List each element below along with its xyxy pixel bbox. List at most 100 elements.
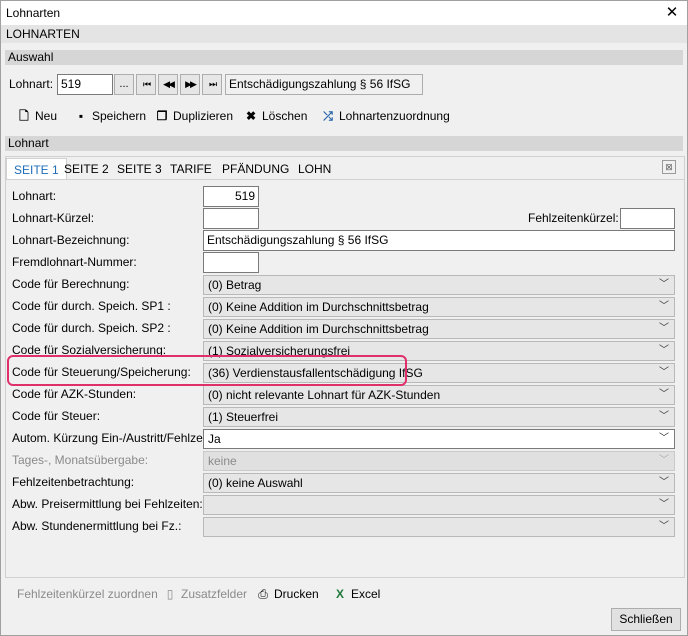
chevron-down-icon: ﹀ bbox=[659, 477, 669, 488]
auswahl-lohnart-label: Lohnart: bbox=[9, 77, 54, 91]
document-icon: ▯ bbox=[166, 587, 174, 601]
drucken-button[interactable]: ⎙ Drucken bbox=[256, 586, 319, 602]
lohnart-section-header: Lohnart bbox=[5, 136, 683, 151]
lohnart-label: Lohnart: bbox=[12, 189, 57, 203]
sp1-value: (0) Keine Addition im Durchschnittsbetra… bbox=[208, 300, 429, 314]
tab-tarife[interactable]: TARIFE bbox=[163, 158, 219, 180]
chevron-down-icon: ﹀ bbox=[659, 279, 669, 290]
sp2-value: (0) Keine Addition im Durchschnittsbetra… bbox=[208, 322, 429, 336]
azk-select[interactable]: (0) nicht relevante Lohnart für AZK-Stun… bbox=[203, 385, 675, 405]
neu-label: Neu bbox=[35, 109, 58, 123]
zusatzfelder-button: ▯ Zusatzfelder bbox=[163, 586, 247, 602]
sozialversicherung-label: Code für Sozialversicherung: bbox=[12, 343, 167, 357]
steuerung-value: (36) Verdienstausfallentschädigung IfSG bbox=[208, 366, 423, 380]
schliessen-button[interactable]: Schließen bbox=[611, 608, 681, 631]
sp2-select[interactable]: (0) Keine Addition im Durchschnittsbetra… bbox=[203, 319, 675, 339]
sp1-label: Code für durch. Speich. SP1 : bbox=[12, 299, 171, 313]
chevron-down-icon: ﹀ bbox=[659, 389, 669, 400]
stundenermittlung-select[interactable]: ﹀ bbox=[203, 517, 675, 537]
berechnung-label: Code für Berechnung: bbox=[12, 277, 130, 291]
window-title: Lohnarten bbox=[6, 6, 61, 20]
duplizieren-button[interactable]: ❐ Duplizieren bbox=[155, 107, 233, 125]
chevron-down-icon: ﹀ bbox=[659, 521, 669, 532]
excel-button[interactable]: X Excel bbox=[333, 586, 380, 602]
duplizieren-label: Duplizieren bbox=[173, 109, 234, 123]
tab-seite-2[interactable]: SEITE 2 bbox=[57, 158, 116, 180]
steuerung-label: Code für Steuerung/Speicherung: bbox=[12, 365, 191, 379]
title-bar: Lohnarten ✕ bbox=[1, 1, 687, 25]
new-document-icon: 🗋 bbox=[19, 109, 29, 123]
fehlzeiten-input[interactable] bbox=[620, 208, 675, 229]
steuer-label: Code für Steuer: bbox=[12, 409, 101, 423]
azk-value: (0) nicht relevante Lohnart für AZK-Stun… bbox=[208, 388, 441, 402]
zusatzfelder-label: Zusatzfelder bbox=[181, 587, 248, 601]
steuer-select[interactable]: (1) Steuerfrei ﹀ bbox=[203, 407, 675, 427]
tab-divider bbox=[6, 179, 684, 180]
speichern-button[interactable]: ▪ Speichern bbox=[74, 107, 146, 125]
previous-record-button[interactable]: ◀◀ bbox=[158, 74, 178, 95]
loeschen-button[interactable]: ✖ Löschen bbox=[244, 107, 307, 125]
fehlzeitenkuerzel-zuordnen-button: Fehlzeitenkürzel zuordnen bbox=[17, 586, 158, 602]
fehlzeitenbetrachtung-select[interactable]: (0) keine Auswahl ﹀ bbox=[203, 473, 675, 493]
uebergabe-select: keine ﹀ bbox=[203, 451, 675, 471]
excel-label: Excel bbox=[351, 587, 381, 601]
bezeichnung-label: Lohnart-Bezeichnung: bbox=[12, 233, 130, 247]
lohnart-input[interactable]: 519 bbox=[203, 186, 259, 207]
fremd-label: Fremdlohnart-Nummer: bbox=[12, 255, 137, 269]
sp2-label: Code für durch. Speich. SP2 : bbox=[12, 321, 171, 335]
auswahl-description: Entschädigungszahlung § 56 IfSG bbox=[225, 74, 423, 95]
fehlzeiten-label: Fehlzeitenkürzel: bbox=[528, 211, 619, 225]
chevron-down-icon: ﹀ bbox=[659, 367, 669, 378]
duplicate-icon: ❐ bbox=[156, 109, 168, 123]
chevron-down-icon: ﹀ bbox=[659, 499, 669, 510]
tab-pfaendung[interactable]: PFÄNDUNG bbox=[215, 158, 296, 180]
kuerzel-input[interactable] bbox=[203, 208, 259, 229]
kuerzung-select[interactable]: Ja ﹀ bbox=[203, 429, 675, 449]
lohnartenzuordnung-button[interactable]: ⤮ Lohnartenzuordnung bbox=[321, 107, 450, 125]
neu-button[interactable]: 🗋 Neu bbox=[17, 107, 57, 125]
kuerzel-label: Lohnart-Kürzel: bbox=[12, 211, 95, 225]
browse-button[interactable]: ... bbox=[114, 74, 134, 95]
preisermittlung-label: Abw. Preisermittlung bei Fehlzeiten: bbox=[12, 497, 203, 511]
tab-lohn[interactable]: LOHN bbox=[291, 158, 338, 180]
excel-icon: X bbox=[335, 587, 344, 601]
pin-icon[interactable]: ⊠ bbox=[662, 160, 676, 174]
sp1-select[interactable]: (0) Keine Addition im Durchschnittsbetra… bbox=[203, 297, 675, 317]
loeschen-label: Löschen bbox=[262, 109, 308, 123]
uebergabe-label: Tages-, Monatsübergabe: bbox=[12, 453, 149, 467]
steuer-value: (1) Steuerfrei bbox=[208, 410, 279, 424]
shuffle-icon: ⤮ bbox=[323, 109, 333, 123]
preisermittlung-select[interactable]: ﹀ bbox=[203, 495, 675, 515]
berechnung-value: (0) Betrag bbox=[208, 278, 262, 292]
chevron-down-icon: ﹀ bbox=[659, 323, 669, 334]
fehlzeitenbetrachtung-label: Fehlzeitenbetrachtung: bbox=[12, 475, 135, 489]
save-icon: ▪ bbox=[78, 109, 84, 123]
fehlzeitenkuerzel-zuordnen-label: Fehlzeitenkürzel zuordnen bbox=[17, 587, 158, 601]
fremd-input[interactable] bbox=[203, 252, 259, 273]
kuerzung-label: Autom. Kürzung Ein-/Austritt/Fehlzeit: bbox=[12, 431, 213, 445]
delete-icon: ✖ bbox=[245, 109, 257, 123]
printer-icon: ⎙ bbox=[258, 587, 268, 601]
next-record-button[interactable]: ▶▶ bbox=[180, 74, 200, 95]
close-icon[interactable]: ✕ bbox=[657, 1, 687, 25]
fehlzeitenbetrachtung-value: (0) keine Auswahl bbox=[208, 476, 303, 490]
bezeichnung-input[interactable]: Entschädigungszahlung § 56 IfSG bbox=[203, 230, 675, 251]
uebergabe-value: keine bbox=[208, 454, 237, 468]
auswahl-lohnart-input[interactable]: 519 bbox=[57, 74, 113, 95]
steuerung-select[interactable]: (36) Verdienstausfallentschädigung IfSG ﹀ bbox=[203, 363, 675, 383]
sozialversicherung-select[interactable]: (1) Sozialversicherungsfrei ﹀ bbox=[203, 341, 675, 361]
last-record-button[interactable]: ⏭ bbox=[202, 74, 222, 95]
berechnung-select[interactable]: (0) Betrag ﹀ bbox=[203, 275, 675, 295]
sozialversicherung-value: (1) Sozialversicherungsfrei bbox=[208, 344, 351, 358]
chevron-down-icon: ﹀ bbox=[659, 433, 669, 444]
tab-seite-3[interactable]: SEITE 3 bbox=[110, 158, 169, 180]
drucken-label: Drucken bbox=[274, 587, 319, 601]
first-record-button[interactable]: ⏮ bbox=[136, 74, 156, 95]
azk-label: Code für AZK-Stunden: bbox=[12, 387, 137, 401]
lohnartenzuordnung-label: Lohnartenzuordnung bbox=[339, 109, 450, 123]
lohnarten-window: Lohnarten ✕ LOHNARTEN Auswahl Lohnart: 5… bbox=[0, 0, 688, 636]
stundenermittlung-label: Abw. Stundenermittlung bei Fz.: bbox=[12, 519, 182, 533]
chevron-down-icon: ﹀ bbox=[659, 411, 669, 422]
page-header: LOHNARTEN bbox=[1, 25, 687, 43]
chevron-down-icon: ﹀ bbox=[659, 301, 669, 312]
